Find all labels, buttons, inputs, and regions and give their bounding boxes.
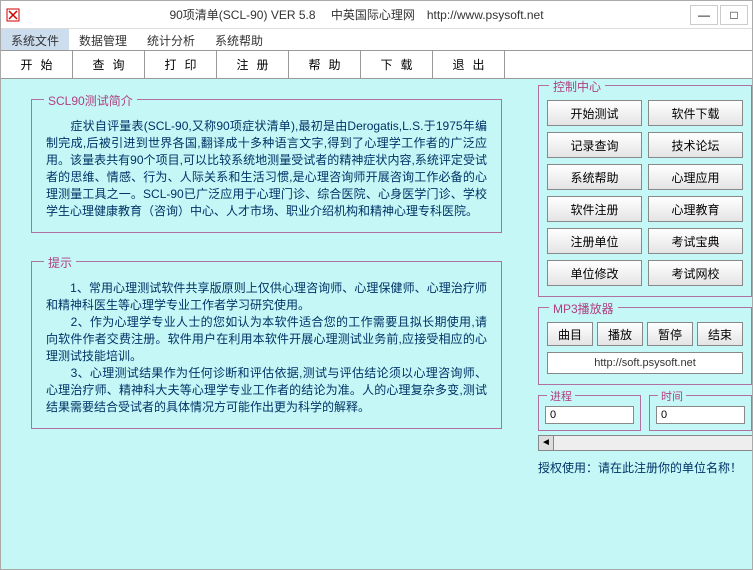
mp3-play-button[interactable]: 播放 [597,322,643,346]
menubar: 系统文件 数据管理 统计分析 系统帮助 [1,29,752,51]
record-query-button[interactable]: 记录查询 [547,132,642,158]
time-title: 时间 [658,388,686,404]
toolbar-help[interactable]: 帮助 [289,51,361,78]
intro-text: 症状自评量表(SCL-90,又称90项症状清单),最初是由Derogatis,L… [46,118,487,220]
mp3-player: MP3播放器 曲目 播放 暂停 结束 http://soft.psysoft.n… [538,307,752,385]
tech-forum-button[interactable]: 技术论坛 [648,132,743,158]
exam-treasure-button[interactable]: 考试宝典 [648,228,743,254]
main-panel: SCL90测试简介 症状自评量表(SCL-90,又称90项症状清单),最初是由D… [1,79,532,569]
scroll-left-arrow[interactable]: ◄ [538,435,554,451]
menu-data-manage[interactable]: 数据管理 [69,29,137,50]
software-register-button[interactable]: 软件注册 [547,196,642,222]
app-icon [5,7,21,23]
control-center: 控制中心 开始测试 软件下载 记录查询 技术论坛 系统帮助 心理应用 软件注册 … [538,85,752,297]
minimize-button[interactable]: ― [690,5,718,25]
psychology-edu-button[interactable]: 心理教育 [648,196,743,222]
toolbar: 开始 查询 打印 注册 帮助 下载 退出 [1,51,752,79]
menu-system-file[interactable]: 系统文件 [1,29,69,50]
toolbar-query[interactable]: 查询 [73,51,145,78]
toolbar-register[interactable]: 注册 [217,51,289,78]
progress-value: 0 [545,406,634,424]
toolbar-print[interactable]: 打印 [145,51,217,78]
mp3-pause-button[interactable]: 暂停 [647,322,693,346]
tips-title: 提示 [44,254,76,271]
menu-system-help[interactable]: 系统帮助 [205,29,273,50]
unit-modify-button[interactable]: 单位修改 [547,260,642,286]
progress-title: 进程 [547,388,575,404]
psychology-app-button[interactable]: 心理应用 [648,164,743,190]
horizontal-scrollbar[interactable]: ◄ [538,435,752,451]
exam-school-button[interactable]: 考试网校 [648,260,743,286]
auth-text: 授权使用：请在此注册你的单位名称！ [538,459,752,476]
toolbar-start[interactable]: 开始 [1,51,73,78]
system-help-button[interactable]: 系统帮助 [547,164,642,190]
control-center-title: 控制中心 [549,79,605,95]
time-value: 0 [656,406,745,424]
mp3-title: MP3播放器 [549,300,618,317]
progress-box: 进程 0 [538,395,641,431]
scroll-track[interactable] [554,435,752,451]
intro-group: SCL90测试简介 症状自评量表(SCL-90,又称90项症状清单),最初是由D… [31,99,502,233]
mp3-track-button[interactable]: 曲目 [547,322,593,346]
register-unit-button[interactable]: 注册单位 [547,228,642,254]
tips-text: 1、常用心理测试软件共享版原则上仅供心理咨询师、心理保健师、心理治疗师和精神科医… [46,280,487,416]
start-test-button[interactable]: 开始测试 [547,100,642,126]
software-download-button[interactable]: 软件下载 [648,100,743,126]
intro-title: SCL90测试简介 [44,92,137,109]
maximize-button[interactable]: □ [720,5,748,25]
menu-stat-analysis[interactable]: 统计分析 [137,29,205,50]
mp3-stop-button[interactable]: 结束 [697,322,743,346]
tips-group: 提示 1、常用心理测试软件共享版原则上仅供心理咨询师、心理保健师、心理治疗师和精… [31,261,502,429]
mp3-url: http://soft.psysoft.net [547,352,743,374]
toolbar-download[interactable]: 下载 [361,51,433,78]
toolbar-exit[interactable]: 退出 [433,51,505,78]
titlebar: 90项清单(SCL-90) VER 5.8 中英国际心理网 http://www… [1,1,752,29]
time-box: 时间 0 [649,395,752,431]
side-panel: 控制中心 开始测试 软件下载 记录查询 技术论坛 系统帮助 心理应用 软件注册 … [532,79,752,569]
window-title: 90项清单(SCL-90) VER 5.8 中英国际心理网 http://www… [169,6,543,23]
